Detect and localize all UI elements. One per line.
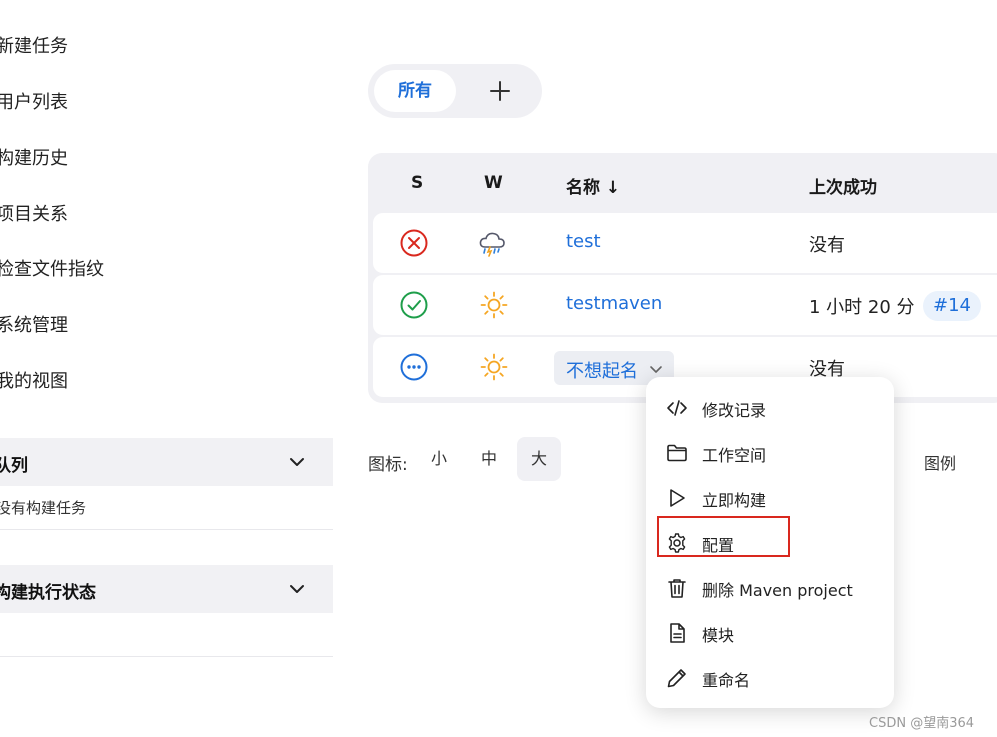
- build-queue-title: 队列: [0, 456, 28, 476]
- table-row: testmaven 1 小时 20 分 #14: [373, 275, 997, 335]
- menu-item-label: 工作空间: [702, 446, 767, 465]
- menu-item-label: 立即构建: [702, 491, 767, 510]
- sidebar-item-new-job[interactable]: 新建任务: [0, 32, 68, 58]
- sidebar-item-manage[interactable]: 系统管理: [0, 311, 68, 337]
- add-view-icon[interactable]: [486, 77, 514, 105]
- last-success-value: 1 小时 20 分: [809, 297, 915, 318]
- column-header-last-success[interactable]: 上次成功: [809, 173, 877, 198]
- failed-status-icon: [400, 229, 428, 257]
- job-name[interactable]: 不想起名: [566, 357, 638, 383]
- menu-item-label: 模块: [702, 626, 735, 645]
- column-header-status[interactable]: S: [411, 173, 423, 193]
- code-icon: [667, 400, 687, 416]
- annotation-highlight-box: [657, 516, 790, 557]
- sidebar-item-build-history[interactable]: 构建历史: [0, 144, 68, 170]
- chevron-down-icon[interactable]: [287, 452, 307, 472]
- menu-item-delete-project[interactable]: 删除 Maven project: [646, 567, 894, 607]
- table-row: test 没有: [373, 213, 997, 273]
- document-icon: [670, 623, 685, 643]
- trash-icon: [668, 579, 686, 598]
- build-number-link[interactable]: #14: [923, 291, 981, 321]
- icon-size-medium[interactable]: 中: [467, 437, 511, 481]
- executor-status-header[interactable]: 构建执行状态: [0, 565, 333, 613]
- sidebar-item-fingerprint[interactable]: 检查文件指纹: [0, 255, 104, 281]
- folder-icon: [667, 444, 687, 462]
- menu-item-workspace[interactable]: 工作空间: [646, 432, 894, 472]
- chevron-down-icon[interactable]: [648, 361, 664, 377]
- icon-size-small[interactable]: 小: [417, 437, 461, 481]
- sidebar-item-users[interactable]: 用户列表: [0, 88, 68, 114]
- watermark: CSDN @望南364: [869, 716, 975, 731]
- menu-item-modules[interactable]: 模块: [646, 612, 894, 652]
- divider: [0, 529, 333, 530]
- executor-status-title: 构建执行状态: [0, 583, 96, 603]
- sunny-icon: [480, 353, 508, 381]
- last-success-value: 没有: [809, 235, 845, 256]
- sidebar: 新建任务 用户列表 构建历史 项目关系 检查文件指纹 系统管理 我的视图 队列 …: [0, 0, 333, 737]
- success-status-icon: [400, 291, 428, 319]
- menu-item-label: 删除 Maven project: [702, 581, 853, 600]
- play-icon: [670, 489, 685, 507]
- build-queue-empty-text: 没有构建任务: [0, 499, 87, 517]
- menu-item-label: 修改记录: [702, 401, 767, 420]
- job-link-testmaven[interactable]: testmaven: [566, 293, 662, 314]
- view-tabs: 所有: [368, 64, 542, 118]
- pencil-icon: [667, 669, 686, 688]
- sidebar-item-project-relationship[interactable]: 项目关系: [0, 200, 68, 226]
- menu-item-build-now[interactable]: 立即构建: [646, 477, 894, 517]
- icon-size-label: 图标:: [368, 455, 408, 475]
- sunny-icon: [480, 291, 508, 319]
- divider: [0, 656, 333, 657]
- menu-item-label: 重命名: [702, 671, 751, 690]
- chevron-down-icon[interactable]: [287, 579, 307, 599]
- column-header-name[interactable]: 名称 ↓: [566, 173, 620, 198]
- legend-link[interactable]: 图例: [924, 450, 956, 474]
- projects-table: S W 名称 ↓ 上次成功 test 没有 testmaven 1 小时 20 …: [368, 153, 997, 403]
- tab-all[interactable]: 所有: [374, 70, 456, 112]
- job-link-test[interactable]: test: [566, 231, 601, 252]
- column-header-weather[interactable]: W: [484, 173, 503, 193]
- menu-item-changes[interactable]: 修改记录: [646, 387, 894, 427]
- thunderstorm-icon: [479, 232, 505, 257]
- menu-item-rename[interactable]: 重命名: [646, 657, 894, 697]
- icon-size-large[interactable]: 大: [517, 437, 561, 481]
- sidebar-item-my-views[interactable]: 我的视图: [0, 367, 68, 393]
- build-queue-header[interactable]: 队列: [0, 438, 333, 486]
- not-built-status-icon: [400, 353, 428, 381]
